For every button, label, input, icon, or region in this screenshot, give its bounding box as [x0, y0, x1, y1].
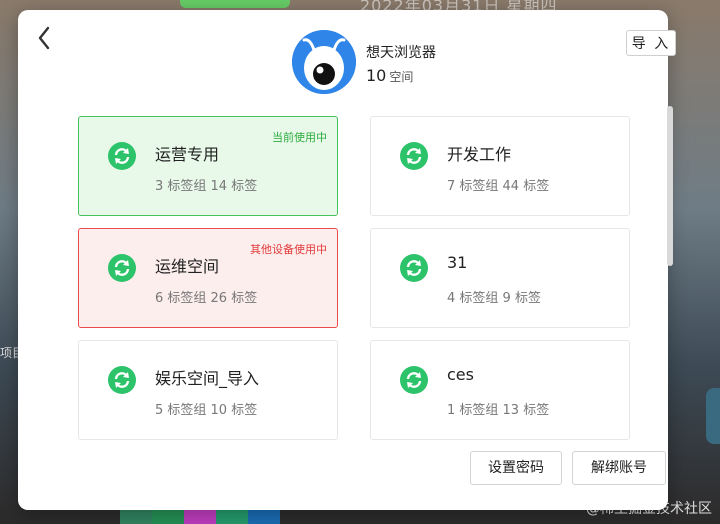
space-card-stats: 5 标签组 10 标签	[155, 403, 258, 418]
space-card-stats: 4 标签组 9 标签	[447, 291, 541, 306]
sync-icon	[399, 141, 429, 171]
space-card-name: ces	[447, 365, 474, 384]
space-card-stats: 1 标签组 13 标签	[447, 403, 550, 418]
space-card[interactable]: ces 1 标签组 13 标签	[370, 340, 630, 440]
space-count: 10 空间	[366, 66, 413, 85]
unbind-account-button[interactable]: 解绑账号	[572, 451, 666, 485]
back-button[interactable]	[32, 24, 56, 52]
sync-icon	[107, 253, 137, 283]
set-password-button[interactable]: 设置密码	[470, 451, 562, 485]
space-card-name: 运维空间	[155, 257, 220, 276]
space-card-name: 31	[447, 253, 468, 272]
profile-name: 想天浏览器	[366, 45, 436, 61]
space-switcher-dialog: 想天浏览器 10 空间 导 入 运营专用 3 标签组 14 标签 当前使用中 开发…	[18, 10, 676, 510]
chevron-left-icon	[38, 26, 50, 50]
import-button[interactable]: 导 入	[626, 30, 676, 56]
space-card-stats: 3 标签组 14 标签	[155, 179, 258, 194]
space-card[interactable]: 运营专用 3 标签组 14 标签 当前使用中	[78, 116, 338, 216]
space-card[interactable]: 运维空间 6 标签组 26 标签 其他设备使用中	[78, 228, 338, 328]
background-dock-strip	[120, 510, 280, 524]
space-card-name: 运营专用	[155, 145, 220, 164]
sync-icon	[107, 365, 137, 395]
background-side-widget	[706, 388, 720, 444]
space-count-number: 10	[366, 66, 387, 85]
ant-mascot-icon	[292, 30, 356, 94]
status-badge: 其他设备使用中	[250, 243, 327, 256]
space-card-stats: 6 标签组 26 标签	[155, 291, 258, 306]
scrollbar[interactable]	[667, 106, 673, 266]
space-card-name: 娱乐空间_导入	[155, 369, 260, 388]
space-card[interactable]: 娱乐空间_导入 5 标签组 10 标签	[78, 340, 338, 440]
space-card[interactable]: 31 4 标签组 9 标签	[370, 228, 630, 328]
avatar	[292, 30, 356, 94]
space-count-unit: 空间	[389, 70, 414, 84]
space-card-list[interactable]: 运营专用 3 标签组 14 标签 当前使用中 开发工作 7 标签组 44 标签 …	[78, 116, 638, 440]
background-app-strip	[180, 0, 290, 8]
sync-icon	[399, 365, 429, 395]
space-card-name: 开发工作	[447, 145, 512, 164]
space-card-stats: 7 标签组 44 标签	[447, 179, 550, 194]
status-badge: 当前使用中	[272, 131, 327, 144]
sync-icon	[107, 141, 137, 171]
space-card[interactable]: 开发工作 7 标签组 44 标签	[370, 116, 630, 216]
sync-icon	[399, 253, 429, 283]
